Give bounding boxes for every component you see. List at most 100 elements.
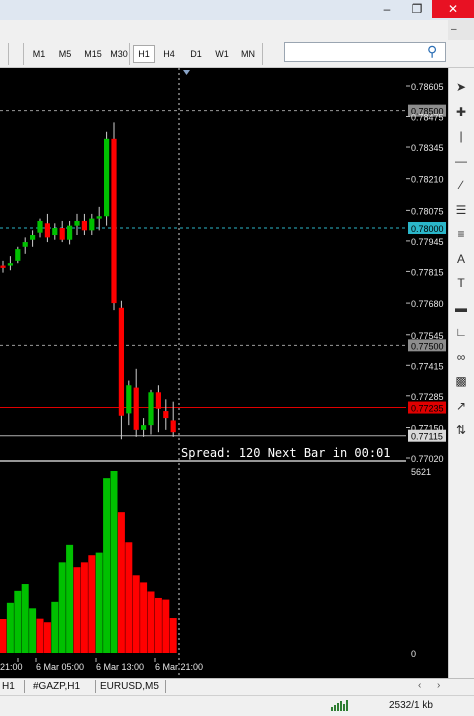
toolbar-separator — [262, 43, 263, 65]
bullish-candle — [7, 263, 13, 266]
pattern-icon[interactable]: ▩ — [449, 370, 473, 392]
arrow-icon[interactable]: ↗ — [449, 395, 473, 417]
time-label: 6 Mar 21:00 — [155, 662, 203, 672]
timeframe-button-h1[interactable]: H1 — [133, 45, 155, 63]
price-label: 0.77415 — [411, 361, 444, 371]
tab-separator — [165, 680, 166, 693]
tab-h1[interactable]: H1 — [2, 679, 15, 694]
gann-fan-icon[interactable]: ∞ — [449, 346, 473, 368]
time-label: 21:00 — [0, 662, 23, 672]
volume-bar — [117, 512, 125, 653]
volume-bar — [132, 575, 140, 653]
price-label: 0.77680 — [411, 299, 444, 309]
price-label: 0.78000 — [411, 224, 444, 234]
timeframe-button-d1[interactable]: D1 — [185, 45, 207, 63]
tab-separator — [24, 680, 25, 693]
bullish-candle — [52, 227, 58, 236]
restore-button[interactable]: ❐ — [402, 0, 432, 18]
time-label: 6 Mar 05:00 — [36, 662, 84, 672]
volume-bar — [147, 591, 155, 653]
volume-bar — [162, 599, 170, 653]
volume-bar — [29, 608, 37, 653]
bearish-candle — [59, 227, 65, 240]
price-label: 0.77500 — [411, 341, 444, 351]
bullish-candle — [104, 138, 110, 217]
bearish-candle — [111, 138, 117, 304]
spread-info-text: Spread: 120 Next Bar in 00:01 — [181, 446, 391, 460]
volume-bar — [154, 597, 162, 653]
text-icon[interactable]: A — [449, 248, 473, 270]
bullish-candle — [74, 220, 80, 226]
volume-bar — [51, 601, 59, 653]
volume-bar — [0, 619, 7, 653]
timeframe-button-m5[interactable]: M5 — [53, 45, 77, 63]
text-label-icon[interactable]: T — [449, 272, 473, 294]
bearish-candle — [163, 411, 169, 419]
bearish-candle — [118, 307, 124, 416]
volume-bar — [88, 555, 96, 653]
volume-bar — [140, 582, 148, 653]
volume-max-label: 5621 — [411, 467, 431, 477]
crosshair-icon[interactable]: ✚ — [449, 101, 473, 123]
volume-zero-label: 0 — [411, 649, 416, 659]
timeframe-button-h4[interactable]: H4 — [158, 45, 180, 63]
bullish-candle — [148, 392, 154, 426]
fibonacci-icon[interactable]: ☰ — [449, 199, 473, 221]
bullish-candle — [89, 218, 95, 231]
close-button[interactable]: ✕ — [432, 0, 474, 18]
minimize-button[interactable]: – — [372, 0, 402, 18]
tab-scroll-right-icon[interactable]: › — [437, 680, 440, 691]
price-label: 0.77945 — [411, 237, 444, 247]
fibo-fan-icon[interactable]: ≡ — [449, 223, 473, 245]
toolbar-separator — [23, 43, 24, 65]
bullish-candle — [30, 235, 36, 240]
volume-bar — [14, 590, 22, 653]
tab-scroll-left-icon[interactable]: ‹ — [418, 680, 421, 691]
bullish-candle — [67, 225, 73, 240]
chart-minimize-icon[interactable]: – — [451, 24, 457, 35]
price-label: 0.78475 — [411, 113, 444, 123]
trendline-icon[interactable]: ∕ — [449, 174, 473, 196]
bullish-candle — [22, 242, 28, 247]
volume-bar — [110, 471, 118, 653]
bearish-candle — [0, 265, 6, 268]
bearish-candle — [155, 392, 161, 409]
timeframe-button-m30[interactable]: M30 — [108, 45, 130, 63]
minimize-icon: – — [383, 2, 391, 16]
timeframe-button-m15[interactable]: M15 — [80, 45, 106, 63]
time-label: 6 Mar 13:00 — [96, 662, 144, 672]
rectangle-icon[interactable]: ▬ — [449, 297, 473, 319]
price-label: 0.78605 — [411, 82, 444, 92]
price-label: 0.77815 — [411, 267, 444, 277]
bearish-candle — [133, 387, 139, 430]
tab-gazp-h1[interactable]: #GAZP,H1 — [33, 679, 80, 694]
timeframe-button-w1[interactable]: W1 — [211, 45, 233, 63]
timeframe-button-m1[interactable]: M1 — [28, 45, 50, 63]
price-chart[interactable]: 0.786050.785000.784750.783450.782100.780… — [0, 68, 474, 678]
cursor-icon[interactable]: ➤ — [449, 76, 473, 98]
volume-bar — [6, 602, 14, 653]
search-icon[interactable]: ⚲ — [427, 43, 437, 60]
price-axis-background — [406, 68, 448, 678]
traffic-counter: 2532/1 kb — [389, 700, 433, 711]
pitchfork-icon[interactable]: ∟ — [449, 321, 473, 343]
bullish-candle — [37, 220, 43, 233]
trade-levels-icon[interactable]: ⇅ — [449, 419, 473, 441]
volume-bar — [58, 562, 66, 653]
volume-bar — [73, 567, 81, 653]
bullish-candle — [126, 385, 132, 414]
volume-bar — [103, 478, 111, 653]
vertical-line-icon[interactable]: | — [449, 125, 473, 147]
connection-status-icon — [331, 700, 348, 711]
volume-bar — [36, 618, 44, 653]
restore-icon: ❐ — [411, 2, 423, 16]
tab-eurusd-m5[interactable]: EURUSD,M5 — [100, 679, 159, 694]
horizontal-line-icon[interactable]: — — [449, 150, 473, 172]
bearish-candle — [170, 420, 176, 433]
volume-bar — [95, 552, 103, 653]
volume-bar — [66, 544, 74, 653]
search-input[interactable] — [284, 42, 446, 62]
price-label: 0.77545 — [411, 331, 444, 341]
price-label: 0.78210 — [411, 175, 444, 185]
timeframe-button-mn[interactable]: MN — [237, 45, 259, 63]
